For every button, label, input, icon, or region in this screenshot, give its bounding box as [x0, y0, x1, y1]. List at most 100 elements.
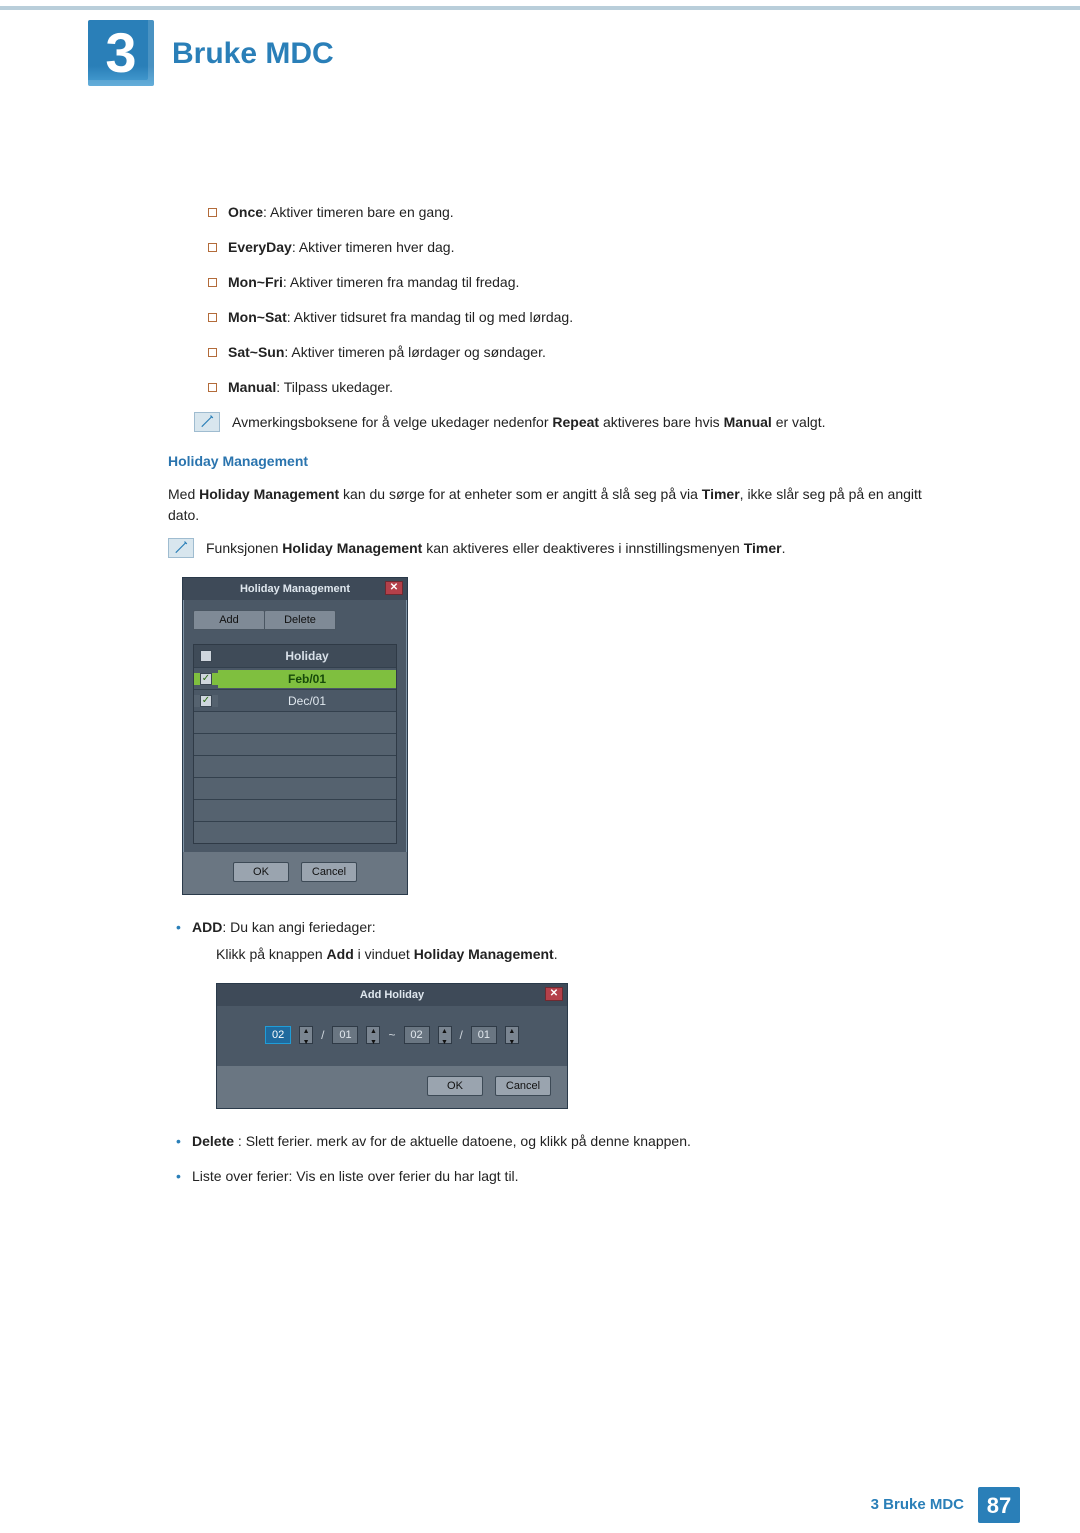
- t: Klikk på knappen: [216, 946, 327, 962]
- cancel-button[interactable]: Cancel: [301, 862, 357, 882]
- list-item: ADD: Du kan angi feriedager: Klikk på kn…: [168, 917, 950, 1109]
- list-item: Liste over ferier: Vis en liste over fer…: [168, 1166, 950, 1187]
- list-item: Sat~Sun: Aktiver timeren på lørdager og …: [168, 342, 950, 363]
- term: Manual: [228, 379, 276, 395]
- chapter-header: 3 Bruke MDC: [0, 10, 1080, 86]
- holiday-management-paragraph: Med Holiday Management kan du sørge for …: [168, 484, 950, 526]
- list-item: Mon~Fri: Aktiver timeren fra mandag til …: [168, 272, 950, 293]
- desc: : Slett ferier. merk av for de aktuelle …: [234, 1133, 691, 1149]
- tilde-separator: ~: [388, 1026, 395, 1044]
- note-row: Funksjonen Holiday Management kan aktive…: [168, 538, 950, 559]
- t: Timer: [702, 486, 740, 502]
- dialog-title-bar: Holiday Management ✕: [183, 578, 407, 600]
- dialog-title-bar: Add Holiday ✕: [217, 984, 567, 1006]
- repeat-options-list: Once: Aktiver timeren bare en gang. Ever…: [168, 202, 950, 398]
- day-end-field[interactable]: 01: [471, 1026, 497, 1044]
- t: aktiveres bare hvis: [599, 414, 724, 430]
- note-text: Avmerkingsboksene for å velge ukedager n…: [232, 412, 826, 433]
- slash-separator: /: [460, 1026, 463, 1044]
- table-row-empty: [194, 799, 396, 821]
- spinner-icon[interactable]: ▲▼: [299, 1026, 313, 1044]
- term: Delete: [192, 1133, 234, 1149]
- chapter-title: Bruke MDC: [172, 31, 334, 76]
- month-start-field[interactable]: 02: [265, 1026, 291, 1044]
- cancel-button[interactable]: Cancel: [495, 1076, 551, 1096]
- list-item: Delete : Slett ferier. merk av for de ak…: [168, 1131, 950, 1152]
- dialog-title: Add Holiday: [360, 987, 424, 1004]
- t: i vinduet: [354, 946, 414, 962]
- spinner-icon[interactable]: ▲▼: [505, 1026, 519, 1044]
- holiday-table: Holiday Feb/01 Dec/01: [193, 644, 397, 844]
- t: Add: [327, 946, 354, 962]
- desc: : Aktiver tidsuret fra mandag til og med…: [287, 309, 573, 325]
- row-checkbox-cell[interactable]: [194, 673, 218, 685]
- post-dialog1-list: ADD: Du kan angi feriedager: Klikk på kn…: [168, 917, 950, 1187]
- page-footer: 3 Bruke MDC 87: [871, 1487, 1020, 1523]
- t: kan aktiveres eller deaktiveres i innsti…: [422, 540, 743, 556]
- footer-chapter-label: 3 Bruke MDC: [871, 1494, 964, 1517]
- table-row-empty: [194, 733, 396, 755]
- desc: : Aktiver timeren fra mandag til fredag.: [283, 274, 520, 290]
- term: ADD: [192, 919, 222, 935]
- term: Once: [228, 204, 263, 220]
- list-item: EveryDay: Aktiver timeren hver dag.: [168, 237, 950, 258]
- holiday-management-dialog: Holiday Management ✕ Add Delete Holiday …: [182, 577, 408, 895]
- desc: : Aktiver timeren bare en gang.: [263, 204, 454, 220]
- header-checkbox-cell[interactable]: [194, 650, 218, 662]
- note-text: Funksjonen Holiday Management kan aktive…: [206, 538, 785, 559]
- note-row: Avmerkingsboksene for å velge ukedager n…: [194, 412, 950, 433]
- table-row[interactable]: Dec/01: [194, 689, 396, 711]
- t: kan du sørge for at enheter som er angit…: [339, 486, 702, 502]
- holiday-management-heading: Holiday Management: [168, 451, 950, 472]
- page-number-badge: 87: [978, 1487, 1020, 1523]
- add-holiday-dialog: Add Holiday ✕ 02 ▲▼ / 01 ▲▼ ~ 02 ▲▼ / 01…: [216, 983, 568, 1109]
- row-checkbox-cell[interactable]: [194, 695, 218, 707]
- list-item: Manual: Tilpass ukedager.: [168, 377, 950, 398]
- slash-separator: /: [321, 1026, 324, 1044]
- day-start-field[interactable]: 01: [332, 1026, 358, 1044]
- term: Mon~Sat: [228, 309, 287, 325]
- checkbox-icon[interactable]: [200, 673, 212, 685]
- checkbox-icon[interactable]: [200, 650, 212, 662]
- row-value: Dec/01: [218, 692, 396, 710]
- add-tab-button[interactable]: Add: [193, 610, 265, 630]
- dialog-title: Holiday Management: [240, 581, 350, 598]
- t: Med: [168, 486, 199, 502]
- dialog-footer: OK Cancel: [217, 1066, 567, 1108]
- spinner-icon[interactable]: ▲▼: [366, 1026, 380, 1044]
- close-icon[interactable]: ✕: [545, 987, 563, 1001]
- checkbox-icon[interactable]: [200, 695, 212, 707]
- spinner-icon[interactable]: ▲▼: [438, 1026, 452, 1044]
- page-content: Once: Aktiver timeren bare en gang. Ever…: [0, 86, 1080, 1187]
- dialog-footer: OK Cancel: [183, 852, 407, 894]
- tab-row: Add Delete: [193, 610, 397, 630]
- table-row-empty: [194, 777, 396, 799]
- table-row-empty: [194, 821, 396, 843]
- desc: : Aktiver timeren hver dag.: [292, 239, 455, 255]
- desc: : Aktiver timeren på lørdager og søndage…: [284, 344, 545, 360]
- term: Mon~Fri: [228, 274, 283, 290]
- sub-paragraph: Klikk på knappen Add i vinduet Holiday M…: [216, 944, 950, 965]
- month-end-field[interactable]: 02: [404, 1026, 430, 1044]
- term: Sat~Sun: [228, 344, 284, 360]
- desc: : Tilpass ukedager.: [276, 379, 393, 395]
- date-range-row: 02 ▲▼ / 01 ▲▼ ~ 02 ▲▼ / 01 ▲▼: [217, 1006, 567, 1066]
- ok-button[interactable]: OK: [233, 862, 289, 882]
- close-icon[interactable]: ✕: [385, 581, 403, 595]
- row-value: Feb/01: [218, 670, 396, 688]
- t: er valgt.: [772, 414, 826, 430]
- note-icon: [194, 412, 220, 432]
- dialog-body: Add Delete Holiday Feb/01 Dec/01: [183, 600, 407, 852]
- ok-button[interactable]: OK: [427, 1076, 483, 1096]
- t: Manual: [724, 414, 772, 430]
- note-icon: [168, 538, 194, 558]
- delete-tab-button[interactable]: Delete: [264, 610, 336, 630]
- desc: Liste over ferier: Vis en liste over fer…: [192, 1168, 519, 1184]
- table-row-empty: [194, 711, 396, 733]
- desc: : Du kan angi feriedager:: [222, 919, 375, 935]
- list-item: Mon~Sat: Aktiver tidsuret fra mandag til…: [168, 307, 950, 328]
- t: Funksjonen: [206, 540, 282, 556]
- t: Timer: [744, 540, 782, 556]
- t: .: [554, 946, 558, 962]
- table-row[interactable]: Feb/01: [194, 667, 396, 689]
